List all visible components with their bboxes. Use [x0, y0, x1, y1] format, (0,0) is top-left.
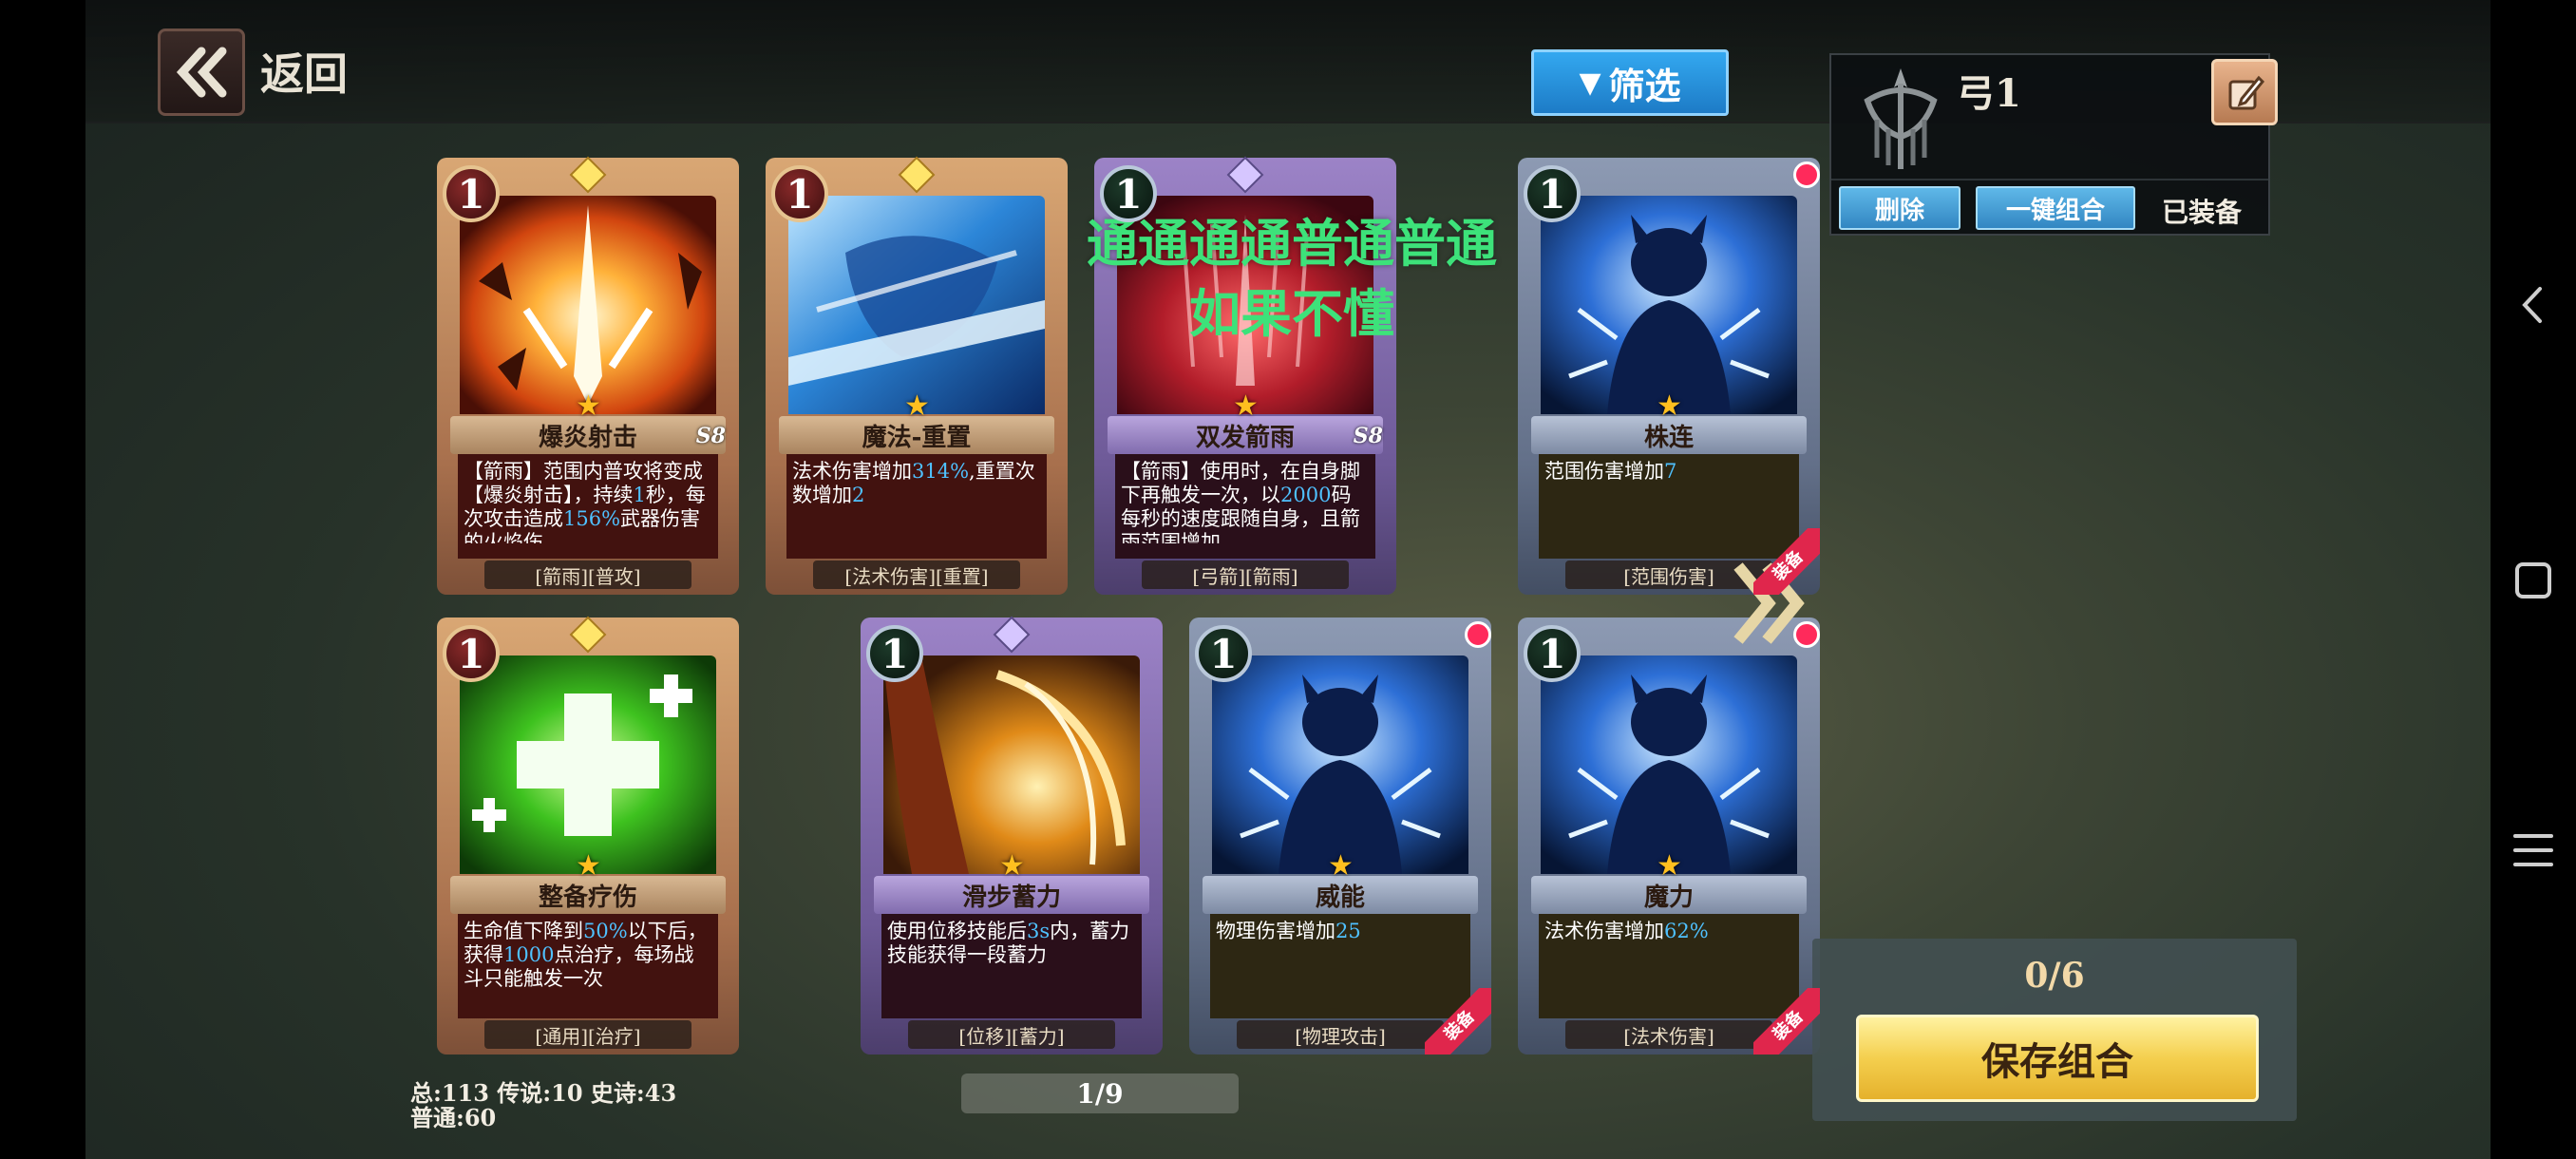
- overlay-text-line2: 如果不懂: [1189, 283, 1394, 344]
- card-description: 法术伤害增加314%,重置次数增加2: [792, 460, 1035, 506]
- card-art: [1212, 656, 1468, 874]
- equip-corner-badge: 装备: [1753, 528, 1820, 595]
- shadow-demon-art-icon: [1212, 656, 1468, 874]
- skill-card[interactable]: 1 ★ 滑步蓄力 使用位移技能后3s内，蓄力技能获得一段蓄力 [位移][蓄力]: [861, 616, 1163, 1054]
- page-indicator: 1/9: [961, 1074, 1239, 1113]
- card-tags: [物理攻击]: [1237, 1020, 1444, 1049]
- loadout-divider: [1831, 179, 2268, 180]
- save-panel: 0/6 保存组合: [1812, 939, 2297, 1121]
- skill-card[interactable]: 1 ★ 爆炎射击 S8 【箭雨】范围内普攻将变成【爆炎射击】，持续1秒，每次攻击…: [437, 156, 739, 595]
- gem-icon: [993, 616, 1031, 654]
- new-dot-badge: [1793, 621, 1820, 648]
- card-cost: 1: [1100, 165, 1157, 222]
- card-art: [1541, 196, 1797, 414]
- new-dot-badge: [1793, 162, 1820, 188]
- bow-class-icon: [1864, 68, 1938, 169]
- card-cost: 1: [1524, 625, 1581, 682]
- star-icon: ★: [1657, 849, 1682, 883]
- skill-card[interactable]: 1 ★ 威能 物理伤害增加25 [物理攻击] 装备: [1189, 618, 1491, 1054]
- save-combination-button[interactable]: 保存组合: [1856, 1015, 2259, 1102]
- system-nav-bar: [2491, 0, 2576, 1159]
- card-stats: 总:113 传说:10 史诗:43 普通:60: [410, 1081, 676, 1130]
- auto-combine-button[interactable]: 一键组合: [1976, 186, 2135, 230]
- gem-icon: [569, 616, 607, 654]
- skill-card[interactable]: 1 ★ 株连 范围伤害增加7 [范围伤害] 装备: [1518, 158, 1820, 595]
- card-tags: [箭雨][普攻]: [484, 560, 691, 589]
- card-cost: 1: [771, 165, 828, 222]
- filter-label: 筛选: [1608, 64, 1681, 107]
- gem-icon: [1226, 156, 1264, 194]
- star-icon: ★: [1657, 390, 1682, 423]
- healing-cross-art-icon: [460, 656, 716, 874]
- card-art: [1541, 656, 1797, 874]
- card-art: [460, 196, 716, 414]
- star-icon: ★: [904, 390, 930, 423]
- delete-button[interactable]: 删除: [1839, 186, 1960, 230]
- card-tags: [法术伤害][重置]: [813, 560, 1020, 589]
- stats-line1: 总:113 传说:10 史诗:43: [410, 1079, 677, 1107]
- card-art: [883, 656, 1140, 874]
- star-icon: ★: [1328, 849, 1354, 883]
- star-icon: ★: [1233, 390, 1259, 423]
- card-art: [788, 196, 1045, 414]
- dash-charge-art-icon: [883, 656, 1140, 874]
- caret-down-icon: ▼: [1579, 66, 1601, 100]
- pencil-scroll-icon: [2228, 75, 2265, 110]
- equipped-status: 已装备: [2162, 197, 2243, 228]
- card-tags: [通用][治疗]: [484, 1020, 691, 1049]
- card-tags: [弓箭][箭雨]: [1142, 560, 1349, 589]
- new-dot-badge: [1465, 621, 1491, 648]
- card-description: 生命值下降到50%以下后，获得1000点治疗，每场战斗只能触发一次: [464, 920, 708, 990]
- back-icon[interactable]: [2510, 281, 2557, 329]
- game-screen: 返回 ▼ 筛选 弓1 删除 一键组合 已装备 1 ★ 爆炎射击 S8 【箭雨】范…: [85, 0, 2491, 1159]
- star-icon: ★: [576, 849, 601, 883]
- skill-card[interactable]: 1 ★ 魔法-重置 法术伤害增加314%,重置次数增加2 [法术伤害][重置]: [766, 156, 1068, 595]
- season-badge: S8: [695, 424, 726, 448]
- skill-card[interactable]: 1 ★ 魔力 法术伤害增加62% [法术伤害] 装备: [1518, 618, 1820, 1054]
- gem-icon: [569, 156, 607, 194]
- menu-icon[interactable]: [2510, 826, 2557, 874]
- loadout-name: 弓1: [1957, 71, 2021, 116]
- card-cost: 1: [1524, 165, 1581, 222]
- back-button[interactable]: [158, 28, 245, 116]
- star-icon: ★: [576, 390, 601, 423]
- card-cost: 1: [1195, 625, 1252, 682]
- card-description: 【箭雨】使用时，在自身脚下再触发一次，以2000码每秒的速度跟随自身，且箭雨范围…: [1121, 460, 1360, 543]
- back-label[interactable]: 返回: [260, 40, 348, 103]
- magic-reset-art-icon: [788, 196, 1045, 414]
- equip-corner-badge: 装备: [1753, 988, 1820, 1054]
- card-description: 【箭雨】范围内普攻将变成【爆炎射击】，持续1秒，每次攻击造成156%武器伤害的火…: [464, 460, 706, 543]
- double-chevron-left-icon: [176, 47, 227, 98]
- equip-corner-badge: 装备: [1425, 988, 1491, 1054]
- card-description: 使用位移技能后3s内，蓄力技能获得一段蓄力: [887, 920, 1130, 966]
- card-tags: [法术伤害]: [1565, 1020, 1772, 1049]
- stats-line2: 普通:60: [410, 1104, 497, 1131]
- star-icon: ★: [999, 849, 1025, 883]
- home-square-icon[interactable]: [2510, 557, 2557, 604]
- card-tags: [位移][蓄力]: [908, 1020, 1115, 1049]
- shadow-demon-art-icon: [1541, 656, 1797, 874]
- season-badge: S8: [1353, 424, 1383, 448]
- card-art: [460, 656, 716, 874]
- fire-arrow-art-icon: [460, 196, 716, 414]
- loadout-panel: 弓1 删除 一键组合 已装备: [1829, 53, 2278, 236]
- card-cost: 1: [866, 625, 923, 682]
- edit-button[interactable]: [2211, 59, 2278, 125]
- card-cost: 1: [443, 625, 500, 682]
- shadow-demon-art-icon: [1541, 196, 1797, 414]
- skill-card[interactable]: 1 ★ 整备疗伤 生命值下降到50%以下后，获得1000点治疗，每场战斗只能触发…: [437, 616, 739, 1054]
- filter-button[interactable]: ▼ 筛选: [1531, 49, 1729, 116]
- card-cost: 1: [443, 165, 500, 222]
- equipped-count: 0/6: [2024, 956, 2085, 996]
- gem-icon: [898, 156, 936, 194]
